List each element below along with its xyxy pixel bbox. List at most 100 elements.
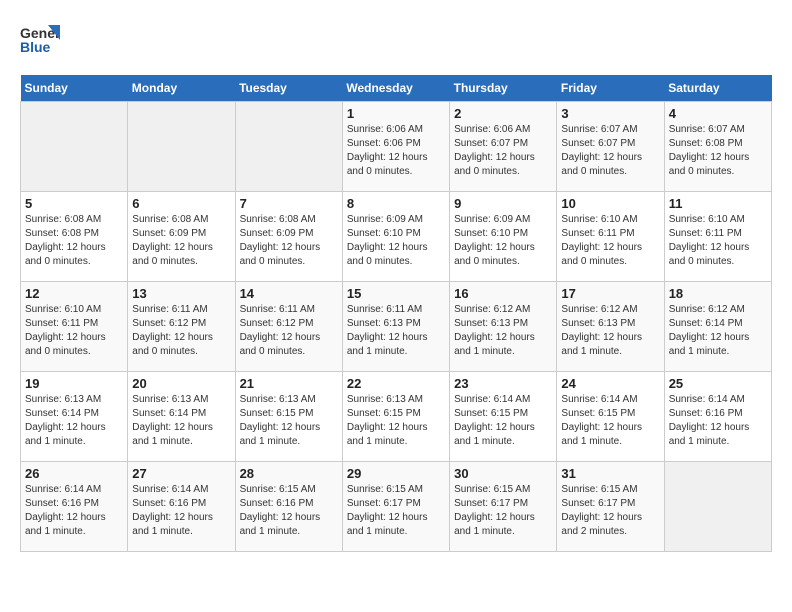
calendar-week-row: 12 Sunrise: 6:10 AM Sunset: 6:11 PM Dayli… bbox=[21, 282, 772, 372]
day-number: 24 bbox=[561, 376, 659, 391]
day-info: Sunrise: 6:06 AM Sunset: 6:07 PM Dayligh… bbox=[454, 123, 552, 179]
weekday-header-monday: Monday bbox=[128, 75, 235, 102]
logo: General Blue bbox=[20, 20, 60, 65]
calendar-cell bbox=[235, 102, 342, 192]
day-info: Sunrise: 6:08 AM Sunset: 6:08 PM Dayligh… bbox=[25, 213, 123, 269]
calendar-table: SundayMondayTuesdayWednesdayThursdayFrid… bbox=[20, 75, 772, 552]
day-info: Sunrise: 6:09 AM Sunset: 6:10 PM Dayligh… bbox=[347, 213, 445, 269]
day-info: Sunrise: 6:13 AM Sunset: 6:15 PM Dayligh… bbox=[240, 393, 338, 449]
day-info: Sunrise: 6:09 AM Sunset: 6:10 PM Dayligh… bbox=[454, 213, 552, 269]
day-info: Sunrise: 6:14 AM Sunset: 6:16 PM Dayligh… bbox=[669, 393, 767, 449]
calendar-week-row: 26 Sunrise: 6:14 AM Sunset: 6:16 PM Dayli… bbox=[21, 462, 772, 552]
day-number: 31 bbox=[561, 466, 659, 481]
calendar-cell: 5 Sunrise: 6:08 AM Sunset: 6:08 PM Daylig… bbox=[21, 192, 128, 282]
day-info: Sunrise: 6:15 AM Sunset: 6:17 PM Dayligh… bbox=[561, 483, 659, 539]
svg-text:Blue: Blue bbox=[20, 39, 51, 55]
day-info: Sunrise: 6:14 AM Sunset: 6:16 PM Dayligh… bbox=[25, 483, 123, 539]
calendar-cell: 15 Sunrise: 6:11 AM Sunset: 6:13 PM Dayli… bbox=[342, 282, 449, 372]
day-number: 9 bbox=[454, 196, 552, 211]
calendar-cell: 26 Sunrise: 6:14 AM Sunset: 6:16 PM Dayli… bbox=[21, 462, 128, 552]
weekday-header-friday: Friday bbox=[557, 75, 664, 102]
day-number: 21 bbox=[240, 376, 338, 391]
calendar-cell: 24 Sunrise: 6:14 AM Sunset: 6:15 PM Dayli… bbox=[557, 372, 664, 462]
calendar-cell: 30 Sunrise: 6:15 AM Sunset: 6:17 PM Dayli… bbox=[450, 462, 557, 552]
calendar-cell: 28Sunrise: 6:15 AM Sunset: 6:16 PM Dayli… bbox=[235, 462, 342, 552]
day-number: 12 bbox=[25, 286, 123, 301]
day-number: 20 bbox=[132, 376, 230, 391]
day-number: 26 bbox=[25, 466, 123, 481]
day-info: Sunrise: 6:11 AM Sunset: 6:13 PM Dayligh… bbox=[347, 303, 445, 359]
day-info: Sunrise: 6:10 AM Sunset: 6:11 PM Dayligh… bbox=[25, 303, 123, 359]
day-number: 7 bbox=[240, 196, 338, 211]
day-number: 15 bbox=[347, 286, 445, 301]
day-number: 28 bbox=[240, 466, 338, 481]
calendar-cell: 20 Sunrise: 6:13 AM Sunset: 6:14 PM Dayli… bbox=[128, 372, 235, 462]
calendar-cell: 17 Sunrise: 6:12 AM Sunset: 6:13 PM Dayli… bbox=[557, 282, 664, 372]
day-number: 3 bbox=[561, 106, 659, 121]
day-info: Sunrise: 6:08 AM Sunset: 6:09 PM Dayligh… bbox=[132, 213, 230, 269]
day-info: Sunrise: 6:11 AM Sunset: 6:12 PM Dayligh… bbox=[132, 303, 230, 359]
day-info: Sunrise: 6:11 AM Sunset: 6:12 PM Dayligh… bbox=[240, 303, 338, 359]
day-info: Sunrise: 6:14 AM Sunset: 6:15 PM Dayligh… bbox=[454, 393, 552, 449]
day-number: 29 bbox=[347, 466, 445, 481]
calendar-week-row: 19 Sunrise: 6:13 AM Sunset: 6:14 PM Dayli… bbox=[21, 372, 772, 462]
weekday-header-saturday: Saturday bbox=[664, 75, 771, 102]
calendar-cell: 3 Sunrise: 6:07 AM Sunset: 6:07 PM Daylig… bbox=[557, 102, 664, 192]
calendar-cell: 29Sunrise: 6:15 AM Sunset: 6:17 PM Dayli… bbox=[342, 462, 449, 552]
page-header: General Blue bbox=[20, 20, 772, 65]
calendar-cell: 19 Sunrise: 6:13 AM Sunset: 6:14 PM Dayli… bbox=[21, 372, 128, 462]
weekday-header-sunday: Sunday bbox=[21, 75, 128, 102]
calendar-cell: 13 Sunrise: 6:11 AM Sunset: 6:12 PM Dayli… bbox=[128, 282, 235, 372]
day-number: 4 bbox=[669, 106, 767, 121]
calendar-cell: 12 Sunrise: 6:10 AM Sunset: 6:11 PM Dayli… bbox=[21, 282, 128, 372]
day-number: 10 bbox=[561, 196, 659, 211]
calendar-week-row: 5 Sunrise: 6:08 AM Sunset: 6:08 PM Daylig… bbox=[21, 192, 772, 282]
day-info: Sunrise: 6:08 AM Sunset: 6:09 PM Dayligh… bbox=[240, 213, 338, 269]
day-info: Sunrise: 6:15 AM Sunset: 6:17 PM Dayligh… bbox=[454, 483, 552, 539]
day-number: 6 bbox=[132, 196, 230, 211]
day-number: 2 bbox=[454, 106, 552, 121]
day-number: 22 bbox=[347, 376, 445, 391]
calendar-cell: 2 Sunrise: 6:06 AM Sunset: 6:07 PM Daylig… bbox=[450, 102, 557, 192]
day-number: 23 bbox=[454, 376, 552, 391]
day-info: Sunrise: 6:12 AM Sunset: 6:14 PM Dayligh… bbox=[669, 303, 767, 359]
day-number: 25 bbox=[669, 376, 767, 391]
day-info: Sunrise: 6:06 AM Sunset: 6:06 PM Dayligh… bbox=[347, 123, 445, 179]
day-number: 5 bbox=[25, 196, 123, 211]
calendar-cell bbox=[128, 102, 235, 192]
day-info: Sunrise: 6:13 AM Sunset: 6:15 PM Dayligh… bbox=[347, 393, 445, 449]
calendar-cell: 9 Sunrise: 6:09 AM Sunset: 6:10 PM Daylig… bbox=[450, 192, 557, 282]
day-number: 19 bbox=[25, 376, 123, 391]
weekday-header-row: SundayMondayTuesdayWednesdayThursdayFrid… bbox=[21, 75, 772, 102]
day-info: Sunrise: 6:13 AM Sunset: 6:14 PM Dayligh… bbox=[132, 393, 230, 449]
day-number: 14 bbox=[240, 286, 338, 301]
calendar-cell: 6 Sunrise: 6:08 AM Sunset: 6:09 PM Daylig… bbox=[128, 192, 235, 282]
day-info: Sunrise: 6:13 AM Sunset: 6:14 PM Dayligh… bbox=[25, 393, 123, 449]
day-number: 1 bbox=[347, 106, 445, 121]
day-number: 27 bbox=[132, 466, 230, 481]
day-number: 18 bbox=[669, 286, 767, 301]
calendar-cell: 31 Sunrise: 6:15 AM Sunset: 6:17 PM Dayli… bbox=[557, 462, 664, 552]
calendar-cell: 16Sunrise: 6:12 AM Sunset: 6:13 PM Dayli… bbox=[450, 282, 557, 372]
calendar-cell: 18 Sunrise: 6:12 AM Sunset: 6:14 PM Dayli… bbox=[664, 282, 771, 372]
calendar-cell: 21 Sunrise: 6:13 AM Sunset: 6:15 PM Dayli… bbox=[235, 372, 342, 462]
calendar-cell: 22 Sunrise: 6:13 AM Sunset: 6:15 PM Dayli… bbox=[342, 372, 449, 462]
day-info: Sunrise: 6:12 AM Sunset: 6:13 PM Dayligh… bbox=[561, 303, 659, 359]
calendar-cell: 4Sunrise: 6:07 AM Sunset: 6:08 PM Daylig… bbox=[664, 102, 771, 192]
calendar-cell bbox=[664, 462, 771, 552]
day-number: 13 bbox=[132, 286, 230, 301]
calendar-cell bbox=[21, 102, 128, 192]
day-number: 17 bbox=[561, 286, 659, 301]
calendar-cell: 14 Sunrise: 6:11 AM Sunset: 6:12 PM Dayli… bbox=[235, 282, 342, 372]
day-info: Sunrise: 6:14 AM Sunset: 6:16 PM Dayligh… bbox=[132, 483, 230, 539]
day-number: 30 bbox=[454, 466, 552, 481]
logo-mark: General Blue bbox=[20, 20, 60, 65]
day-info: Sunrise: 6:12 AM Sunset: 6:13 PM Dayligh… bbox=[454, 303, 552, 359]
day-info: Sunrise: 6:14 AM Sunset: 6:15 PM Dayligh… bbox=[561, 393, 659, 449]
weekday-header-tuesday: Tuesday bbox=[235, 75, 342, 102]
day-info: Sunrise: 6:07 AM Sunset: 6:07 PM Dayligh… bbox=[561, 123, 659, 179]
calendar-cell: 7 Sunrise: 6:08 AM Sunset: 6:09 PM Daylig… bbox=[235, 192, 342, 282]
day-number: 11 bbox=[669, 196, 767, 211]
calendar-week-row: 1 Sunrise: 6:06 AM Sunset: 6:06 PM Daylig… bbox=[21, 102, 772, 192]
day-info: Sunrise: 6:10 AM Sunset: 6:11 PM Dayligh… bbox=[561, 213, 659, 269]
